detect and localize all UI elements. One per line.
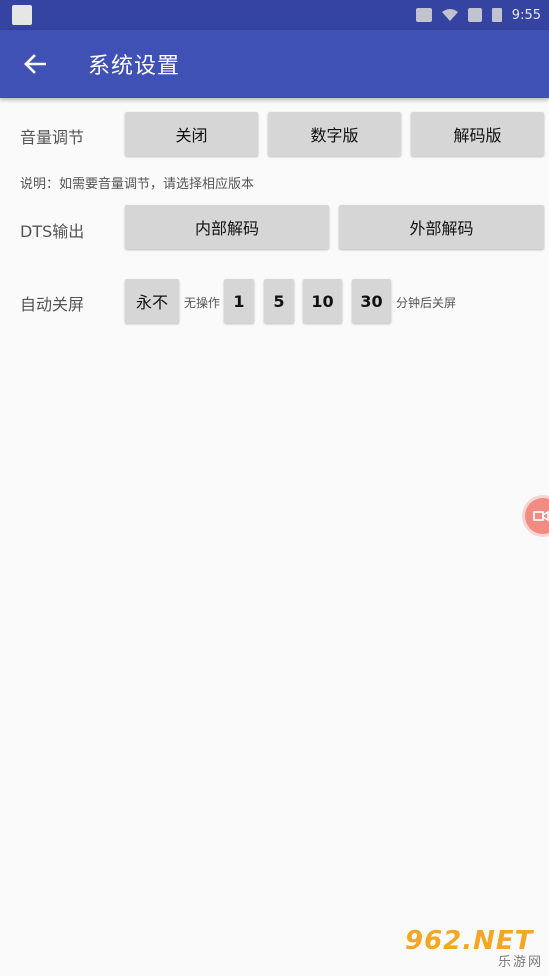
battery-icon [491,8,502,22]
floating-video-button[interactable] [525,498,549,534]
dts-external-button[interactable]: 外部解码 [339,205,544,249]
video-camera-icon [533,510,549,522]
volume-label: 音量调节 [20,128,85,147]
watermark-subtitle: 乐游网 [497,955,543,970]
status-bar: 9:55 [0,0,549,30]
wifi-icon [441,9,458,21]
status-icons: 9:55 [415,5,541,25]
volume-note: 说明：如需要音量调节，请选择相应版本 [20,177,255,192]
volume-off-button[interactable]: 关闭 [125,112,258,156]
auto-off-10-button[interactable]: 10 [303,279,342,323]
auto-off-never-button[interactable]: 永不 [125,279,179,323]
dts-internal-button[interactable]: 内部解码 [125,205,329,249]
no-action-label: 无操作 [184,296,221,310]
app-bar: 系统设置 [0,30,549,98]
auto-off-30-button[interactable]: 30 [352,279,391,323]
signal-icon [467,8,482,22]
auto-off-1-button[interactable]: 1 [224,279,254,323]
page-title: 系统设置 [88,54,181,79]
auto-off-label: 自动关屏 [20,295,85,314]
dts-label: DTS输出 [20,222,85,241]
back-button[interactable] [0,30,70,98]
arrow-left-icon [24,54,46,74]
auto-off-5-button[interactable]: 5 [264,279,294,323]
notification-icon [12,5,32,25]
cast-icon [415,8,432,22]
minutes-suffix-label: 分钟后关屏 [396,296,457,310]
status-time: 9:55 [511,7,541,23]
watermark: 962.NET 乐游网 [405,926,543,970]
volume-digital-button[interactable]: 数字版 [268,112,401,156]
volume-decode-button[interactable]: 解码版 [411,112,544,156]
